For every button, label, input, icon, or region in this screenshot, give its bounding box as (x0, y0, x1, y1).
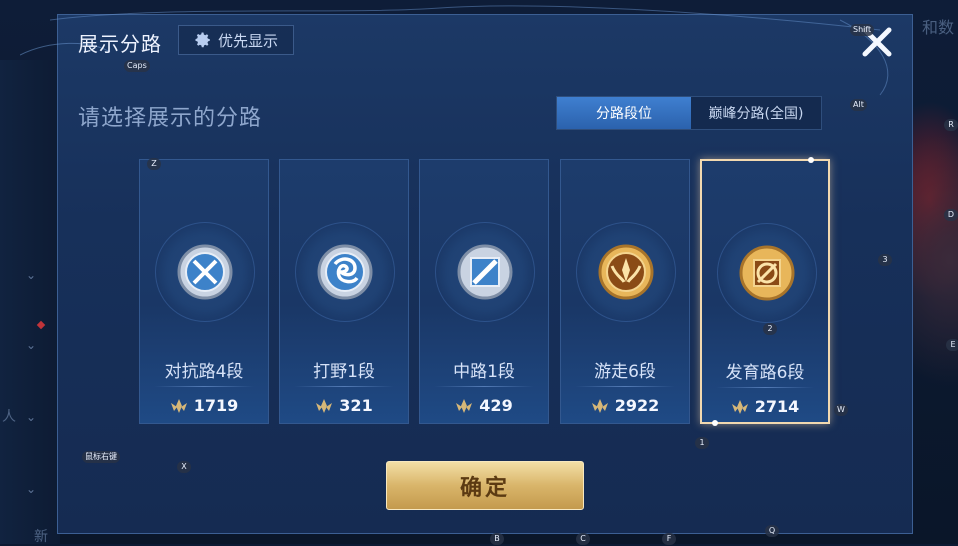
lane-rank-label: 游走6段 (594, 362, 656, 382)
lane-score: 429 (420, 396, 548, 415)
chevron-down-icon: ⌄ (26, 338, 37, 352)
background-text: 和数 (921, 18, 954, 37)
selection-corner-marker (808, 157, 814, 163)
score-crest-icon (316, 398, 333, 413)
selection-corner-marker (712, 420, 718, 426)
lane-score: 2922 (561, 396, 689, 415)
lane-card-farm[interactable]: 发育路6段 2714 (700, 157, 830, 426)
key-hint: E (946, 339, 958, 351)
lane-score-value: 1719 (193, 396, 239, 415)
key-hint: X (177, 461, 191, 473)
lane-score-value: 429 (479, 396, 513, 415)
divider (154, 386, 254, 387)
chevron-down-icon: ⌄ (26, 268, 37, 282)
score-crest-icon (591, 398, 608, 413)
key-hint: Z (147, 158, 161, 170)
lane-score-value: 2922 (614, 396, 660, 415)
key-hint: B (490, 533, 504, 545)
score-crest-icon (456, 398, 473, 413)
divider (716, 387, 814, 388)
priority-display-label: 优先显示 (217, 31, 278, 50)
lane-score: 2714 (702, 397, 828, 416)
key-hint: F (662, 533, 676, 545)
key-hint: 鼠标右键 (82, 451, 120, 463)
key-hint: D (944, 209, 958, 221)
jungle-dragon-icon (317, 244, 373, 300)
tab-peak-lane-national[interactable]: 巅峰分路(全国) (691, 97, 821, 129)
lane-card-top[interactable]: 对抗路4段 1719 (139, 159, 269, 424)
key-hint: C (576, 533, 590, 545)
gear-icon (195, 32, 210, 48)
background-text: 新 (34, 529, 48, 545)
lane-score-value: 2714 (754, 397, 800, 416)
key-hint: W (834, 404, 848, 416)
chevron-down-icon: ⌄ (26, 482, 37, 496)
lane-rank-label: 发育路6段 (725, 363, 805, 383)
divider (294, 386, 394, 387)
key-hint: 2 (763, 323, 777, 335)
background-text: 人 (2, 409, 16, 425)
lane-score: 1719 (140, 396, 268, 415)
key-hint: 1 (695, 437, 709, 449)
chevron-down-icon: ⌄ (26, 410, 37, 424)
background-sidebar (0, 60, 60, 544)
lane-card-mid[interactable]: 中路1段 429 (419, 159, 549, 424)
key-hint: 3 (878, 254, 892, 266)
key-hint: Shift (850, 24, 875, 36)
tab-lane-rank[interactable]: 分路段位 (557, 97, 691, 129)
clash-lane-icon (177, 244, 233, 300)
lane-rank-label: 对抗路4段 (164, 362, 244, 382)
key-hint: Alt (850, 99, 867, 111)
lane-score-value: 321 (339, 396, 373, 415)
confirm-button[interactable]: 确定 (386, 461, 584, 510)
score-crest-icon (731, 399, 748, 414)
roam-wings-icon (598, 244, 654, 300)
lane-card-jungle[interactable]: 打野1段 321 (279, 159, 409, 424)
key-hint: Caps (124, 60, 150, 72)
lane-score: 321 (280, 396, 408, 415)
mid-lane-icon (457, 244, 513, 300)
key-hint: R (944, 119, 958, 131)
lane-card-roam[interactable]: 游走6段 2922 (560, 159, 690, 424)
divider (575, 386, 675, 387)
rank-type-toggle: 分路段位 巅峰分路(全国) (556, 96, 822, 130)
priority-display-button[interactable]: 优先显示 (178, 25, 294, 55)
key-hint: Q (765, 525, 779, 537)
lane-rank-label: 打野1段 (313, 362, 375, 382)
lane-rank-label: 中路1段 (453, 362, 515, 382)
score-crest-icon (170, 398, 187, 413)
dialog-title: 展示分路 (78, 32, 162, 56)
dialog-subtitle: 请选择展示的分路 (78, 106, 263, 131)
farm-lane-icon (739, 245, 795, 301)
divider (434, 386, 534, 387)
